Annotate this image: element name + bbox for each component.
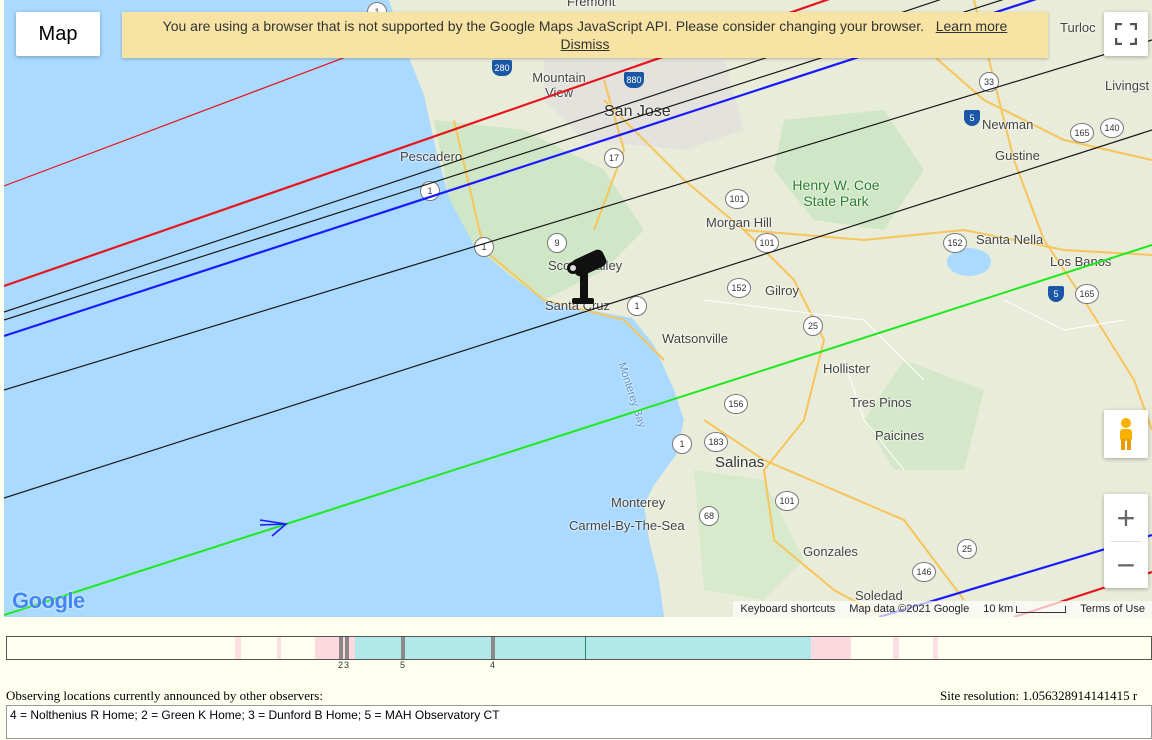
direction-arrow-shaft — [259, 523, 287, 526]
timeline-pink-seg — [277, 637, 281, 659]
scale-label: 10 km — [983, 603, 1014, 615]
keyboard-shortcuts-link[interactable]: Keyboard shortcuts — [733, 603, 842, 615]
map-data-attribution: Map data ©2021 Google — [849, 603, 970, 615]
zoom-in-button[interactable]: + — [1104, 495, 1148, 541]
timeline-observer-mark — [491, 637, 495, 659]
timeline-pink-seg — [315, 637, 359, 659]
occultation-paths — [4, 0, 1152, 617]
unsupported-browser-banner: You are using a browser that is not supp… — [122, 12, 1048, 58]
scale-line — [1016, 605, 1067, 613]
fullscreen-icon — [1115, 23, 1137, 45]
timeline-observer-mark — [345, 637, 349, 659]
banner-message: You are using a browser that is not supp… — [162, 18, 925, 34]
site-resolution: Site resolution: 1.056328914141415 r — [940, 688, 1138, 703]
timeline-observer-mark — [339, 637, 343, 659]
google-logo: Google — [12, 588, 85, 614]
timeline-pink-seg — [893, 637, 899, 659]
scale-bar[interactable]: 10 km — [976, 603, 1073, 615]
observers-list[interactable]: 4 = Nolthenius R Home; 2 = Green K Home;… — [6, 705, 1152, 739]
dismiss-link[interactable]: Dismiss — [561, 36, 610, 52]
timeline-tick-label: 5 — [400, 660, 406, 670]
timeline-tick-label: 2 — [338, 660, 344, 670]
path-center-line — [4, 39, 1152, 391]
path-black-line-3 — [4, 129, 1152, 499]
observers-heading: Observing locations currently announced … — [6, 688, 323, 703]
pegman-button[interactable] — [1104, 410, 1148, 458]
pegman-icon — [1120, 418, 1132, 450]
timeline-tick-label: 3 — [344, 660, 350, 670]
event-timeline[interactable] — [6, 636, 1152, 660]
terms-of-use-link[interactable]: Terms of Use — [1073, 603, 1152, 615]
zoom-control: + − — [1104, 494, 1148, 588]
timeline-tick-label: 4 — [490, 660, 496, 670]
timeline-observer-mark — [401, 637, 405, 659]
zoom-out-button[interactable]: − — [1104, 542, 1148, 588]
map-view[interactable]: Turloc Livingst Fremont Mountain View Sa… — [4, 0, 1152, 617]
timeline-pink-seg — [235, 637, 241, 659]
timeline-cyan-seg — [355, 637, 811, 659]
learn-more-link[interactable]: Learn more — [936, 18, 1008, 34]
timeline-pink-seg — [811, 637, 851, 659]
map-type-button[interactable]: Map — [16, 12, 100, 56]
timeline-center-mark — [585, 637, 586, 659]
map-footer: Keyboard shortcuts Map data ©2021 Google… — [733, 601, 1152, 617]
telescope-marker-icon[interactable] — [567, 248, 608, 304]
timeline-pink-seg — [933, 637, 938, 659]
google-logo-text: Google — [12, 588, 85, 613]
fullscreen-button[interactable] — [1104, 12, 1148, 56]
